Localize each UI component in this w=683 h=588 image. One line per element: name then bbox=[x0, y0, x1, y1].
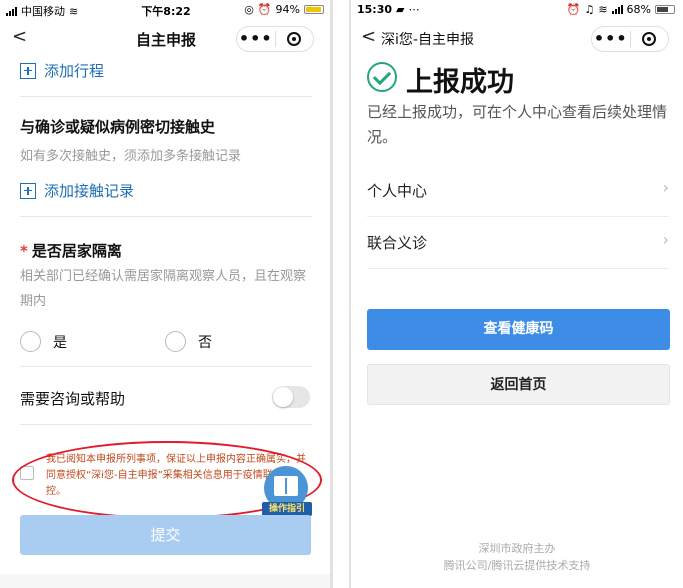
headset-icon: ♫ bbox=[584, 3, 595, 16]
add-trip-label: 添加行程 bbox=[44, 62, 105, 80]
submit-button[interactable]: 提交 bbox=[20, 515, 311, 555]
page-title: 深i您-自主申报 bbox=[381, 32, 474, 48]
battery-icon bbox=[655, 5, 675, 14]
back-icon[interactable]: < bbox=[361, 26, 376, 47]
mini-program-capsule: ••• bbox=[236, 26, 314, 52]
add-contact-button[interactable]: 添加接触记录 bbox=[20, 180, 134, 201]
menu-item-personal-center[interactable]: 个人中心 › bbox=[367, 164, 669, 216]
view-health-code-button[interactable]: 查看健康码 bbox=[367, 309, 670, 350]
menu-item-joint-clinic[interactable]: 联合义诊 › bbox=[367, 216, 669, 268]
add-contact-label: 添加接触记录 bbox=[44, 182, 135, 200]
back-home-button[interactable]: 返回首页 bbox=[367, 364, 670, 405]
alarm-icon: ⏰ bbox=[257, 3, 272, 16]
more-icon[interactable]: ••• bbox=[237, 31, 275, 47]
right-screen: 15:30 ▰ ⋯ ⏰ ♫ ≋ 68% < 深i您-自主申报 ••• 上报成功 … bbox=[351, 0, 683, 588]
quarantine-heading: * 是否居家隔离 bbox=[20, 242, 122, 260]
footer: 深圳市政府主办 腾讯公司/腾讯云提供技术支持 bbox=[443, 542, 591, 572]
battery-percent: 68% bbox=[626, 3, 651, 16]
radio-yes[interactable]: 是 bbox=[20, 331, 67, 352]
wifi-icon: ≋ bbox=[598, 3, 608, 16]
record-icon[interactable] bbox=[275, 32, 313, 46]
success-description: 已经上报成功，可在个人中心查看后续处理情况。 bbox=[367, 103, 668, 146]
status-bar: 15:30 ▰ ⋯ ⏰ ♫ ≋ 68% bbox=[351, 0, 683, 20]
plus-square-icon bbox=[20, 62, 36, 79]
signal-icon bbox=[611, 5, 623, 14]
dots-icon: ⋯ bbox=[408, 3, 420, 16]
book-icon bbox=[274, 476, 298, 496]
success-title: 上报成功 bbox=[406, 67, 514, 98]
plus-square-icon bbox=[20, 182, 36, 199]
help-toggle[interactable] bbox=[272, 386, 310, 408]
mini-program-capsule: ••• bbox=[591, 26, 669, 52]
nav-bar: < 深i您-自主申报 ••• bbox=[351, 20, 683, 56]
status-bar: 中国移动 ≋ 下午8:22 ◎ ⏰ 94% bbox=[0, 0, 332, 20]
status-time: 15:30 bbox=[357, 3, 393, 16]
check-circle-icon bbox=[367, 62, 397, 92]
battery-icon bbox=[304, 5, 324, 14]
contact-hint: 如有多次接触史，须添加多条接触记录 bbox=[20, 149, 242, 164]
contact-heading: 与确诊或疑似病例密切接触史 bbox=[20, 118, 216, 136]
help-label: 需要咨询或帮助 bbox=[20, 390, 126, 408]
record-icon[interactable] bbox=[630, 32, 668, 46]
guide-button[interactable]: 操作指引 bbox=[262, 466, 312, 516]
nav-bar: < 自主申报 ••• bbox=[0, 20, 332, 56]
required-mark: * bbox=[20, 242, 28, 260]
quarantine-hint: 相关部门已经确认需居家隔离观察人员，且在观察期内 bbox=[20, 269, 307, 309]
chat-icon: ▰ bbox=[396, 3, 405, 16]
add-trip-button[interactable]: 添加行程 bbox=[20, 60, 104, 81]
radio-no[interactable]: 否 bbox=[165, 331, 212, 352]
battery-percent: 94% bbox=[275, 3, 300, 16]
more-icon[interactable]: ••• bbox=[592, 31, 630, 47]
lock-icon: ◎ bbox=[244, 3, 254, 16]
alarm-icon: ⏰ bbox=[566, 3, 581, 16]
chevron-right-icon: › bbox=[662, 178, 669, 197]
chevron-right-icon: › bbox=[662, 230, 669, 249]
left-screen: 中国移动 ≋ 下午8:22 ◎ ⏰ 94% < 自主申报 ••• 添加行程 与确… bbox=[0, 0, 332, 588]
guide-label: 操作指引 bbox=[262, 502, 312, 516]
